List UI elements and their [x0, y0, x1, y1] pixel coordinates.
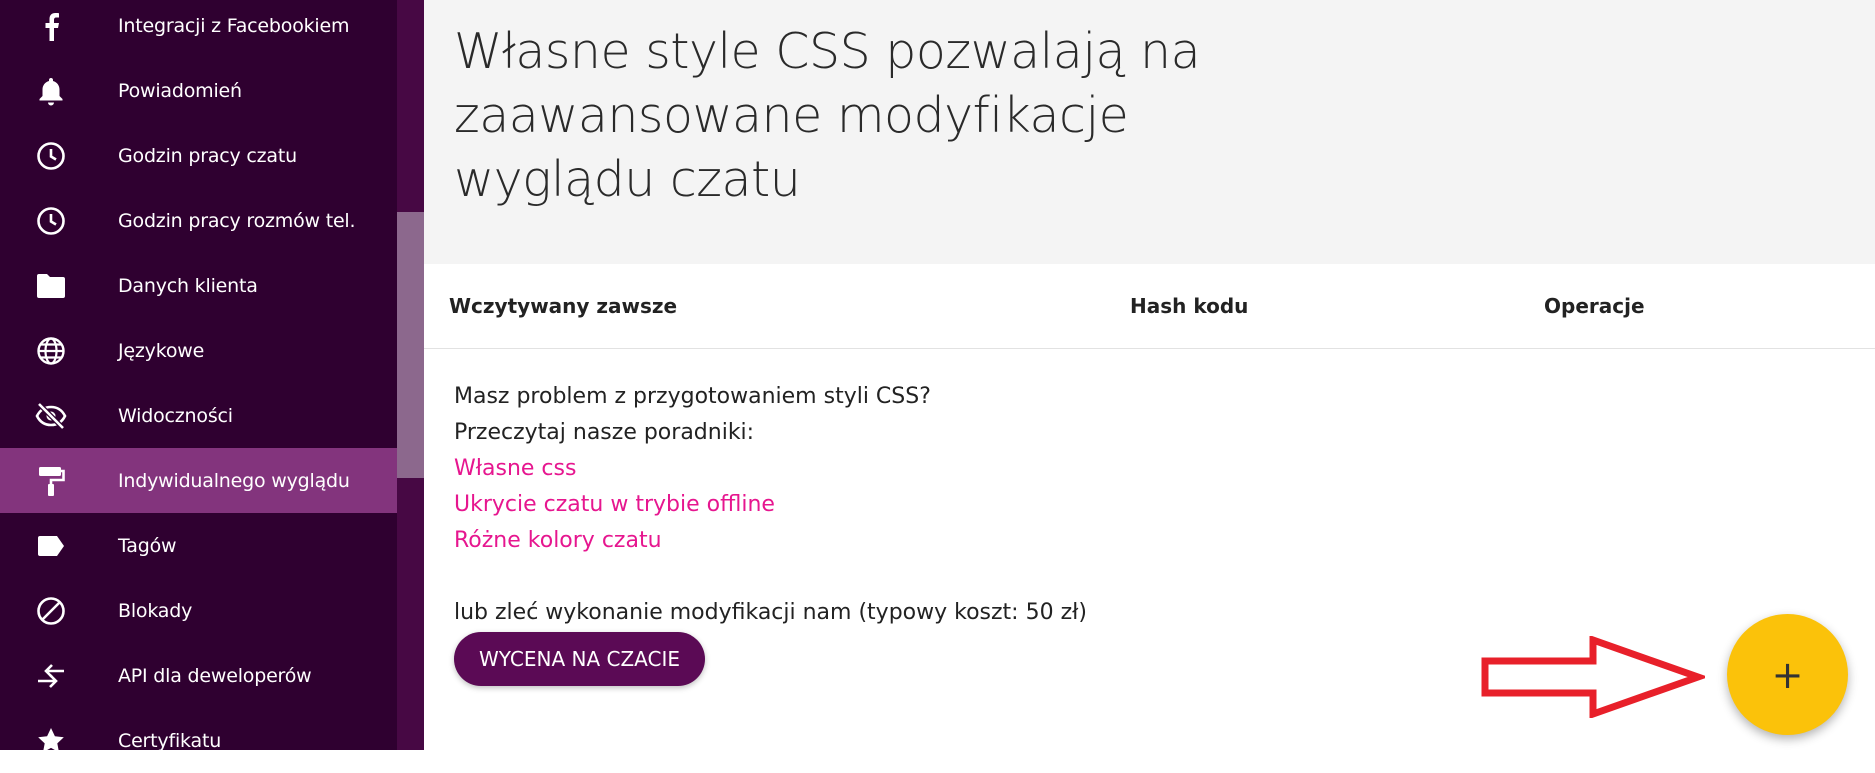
column-header-operations: Operacje	[1544, 294, 1645, 318]
bell-icon	[34, 74, 68, 108]
sidebar-item-custom-look[interactable]: Indywidualnego wyglądu	[0, 448, 397, 513]
sidebar-item-certificate[interactable]: Certyfikatu	[0, 708, 397, 773]
star-icon	[34, 724, 68, 758]
folder-icon	[34, 269, 68, 303]
sidebar-scrollbar-thumb[interactable]	[397, 212, 424, 478]
sidebar-item-notifications[interactable]: Powiadomień	[0, 58, 397, 123]
sidebar-item-label: Certyfikatu	[118, 729, 222, 752]
sidebar-item-label: Językowe	[118, 339, 205, 362]
sidebar-item-label: Widoczności	[118, 404, 233, 427]
sidebar-item-facebook[interactable]: Integracji z Facebookiem	[0, 0, 397, 58]
sidebar-item-label: Godzin pracy rozmów tel.	[118, 209, 356, 232]
block-icon	[34, 594, 68, 628]
tag-icon	[34, 529, 68, 563]
sidebar-item-api[interactable]: API dla deweloperów	[0, 643, 397, 708]
sidebar-item-tags[interactable]: Tagów	[0, 513, 397, 578]
swap-arrows-icon	[34, 659, 68, 693]
sidebar-item-visibility[interactable]: Widoczności	[0, 383, 397, 448]
help-read-guides-text: Przeczytaj nasze poradniki:	[454, 420, 755, 445]
clock-icon	[34, 139, 68, 173]
sidebar: Integracji z Facebookiem Powiadomień God…	[0, 0, 397, 752]
page-title: Własne style CSS pozwalają na zaawansowa…	[454, 23, 1201, 208]
add-css-button[interactable]: +	[1727, 614, 1848, 735]
sidebar-item-label: Danych klienta	[118, 274, 258, 297]
help-order-text: lub zleć wykonanie modyfikacji nam (typo…	[454, 600, 1087, 625]
sidebar-item-label: API dla deweloperów	[118, 664, 312, 687]
sidebar-item-label: Integracji z Facebookiem	[118, 14, 350, 37]
sidebar-item-client-data[interactable]: Danych klienta	[0, 253, 397, 318]
sidebar-item-label: Powiadomień	[118, 79, 242, 102]
column-header-loaded-always: Wczytywany zawsze	[449, 294, 678, 318]
guide-link-custom-css[interactable]: Własne css	[454, 456, 576, 481]
sidebar-item-label: Blokady	[118, 599, 193, 622]
sidebar-item-phone-hours[interactable]: Godzin pracy rozmów tel.	[0, 188, 397, 253]
sidebar-item-chat-hours[interactable]: Godzin pracy czatu	[0, 123, 397, 188]
clock-icon	[34, 204, 68, 238]
eye-off-icon	[34, 399, 68, 433]
guide-link-chat-colors[interactable]: Różne kolory czatu	[454, 528, 662, 553]
sidebar-item-label: Tagów	[118, 534, 177, 557]
sidebar-item-label: Indywidualnego wyglądu	[118, 469, 350, 492]
red-arrow-annotation	[1481, 636, 1705, 718]
help-problem-text: Masz problem z przygotowaniem styli CSS?	[454, 384, 931, 409]
column-header-hash: Hash kodu	[1130, 294, 1249, 318]
plus-icon: +	[1771, 652, 1804, 697]
paint-roller-icon	[34, 464, 68, 498]
sidebar-item-blocks[interactable]: Blokady	[0, 578, 397, 643]
guide-link-hide-offline[interactable]: Ukrycie czatu w trybie offline	[454, 492, 775, 517]
globe-icon	[34, 334, 68, 368]
facebook-icon	[34, 9, 68, 43]
sidebar-item-label: Godzin pracy czatu	[118, 144, 297, 167]
sidebar-item-language[interactable]: Językowe	[0, 318, 397, 383]
quote-on-chat-button[interactable]: WYCENA NA CZACIE	[454, 632, 705, 686]
